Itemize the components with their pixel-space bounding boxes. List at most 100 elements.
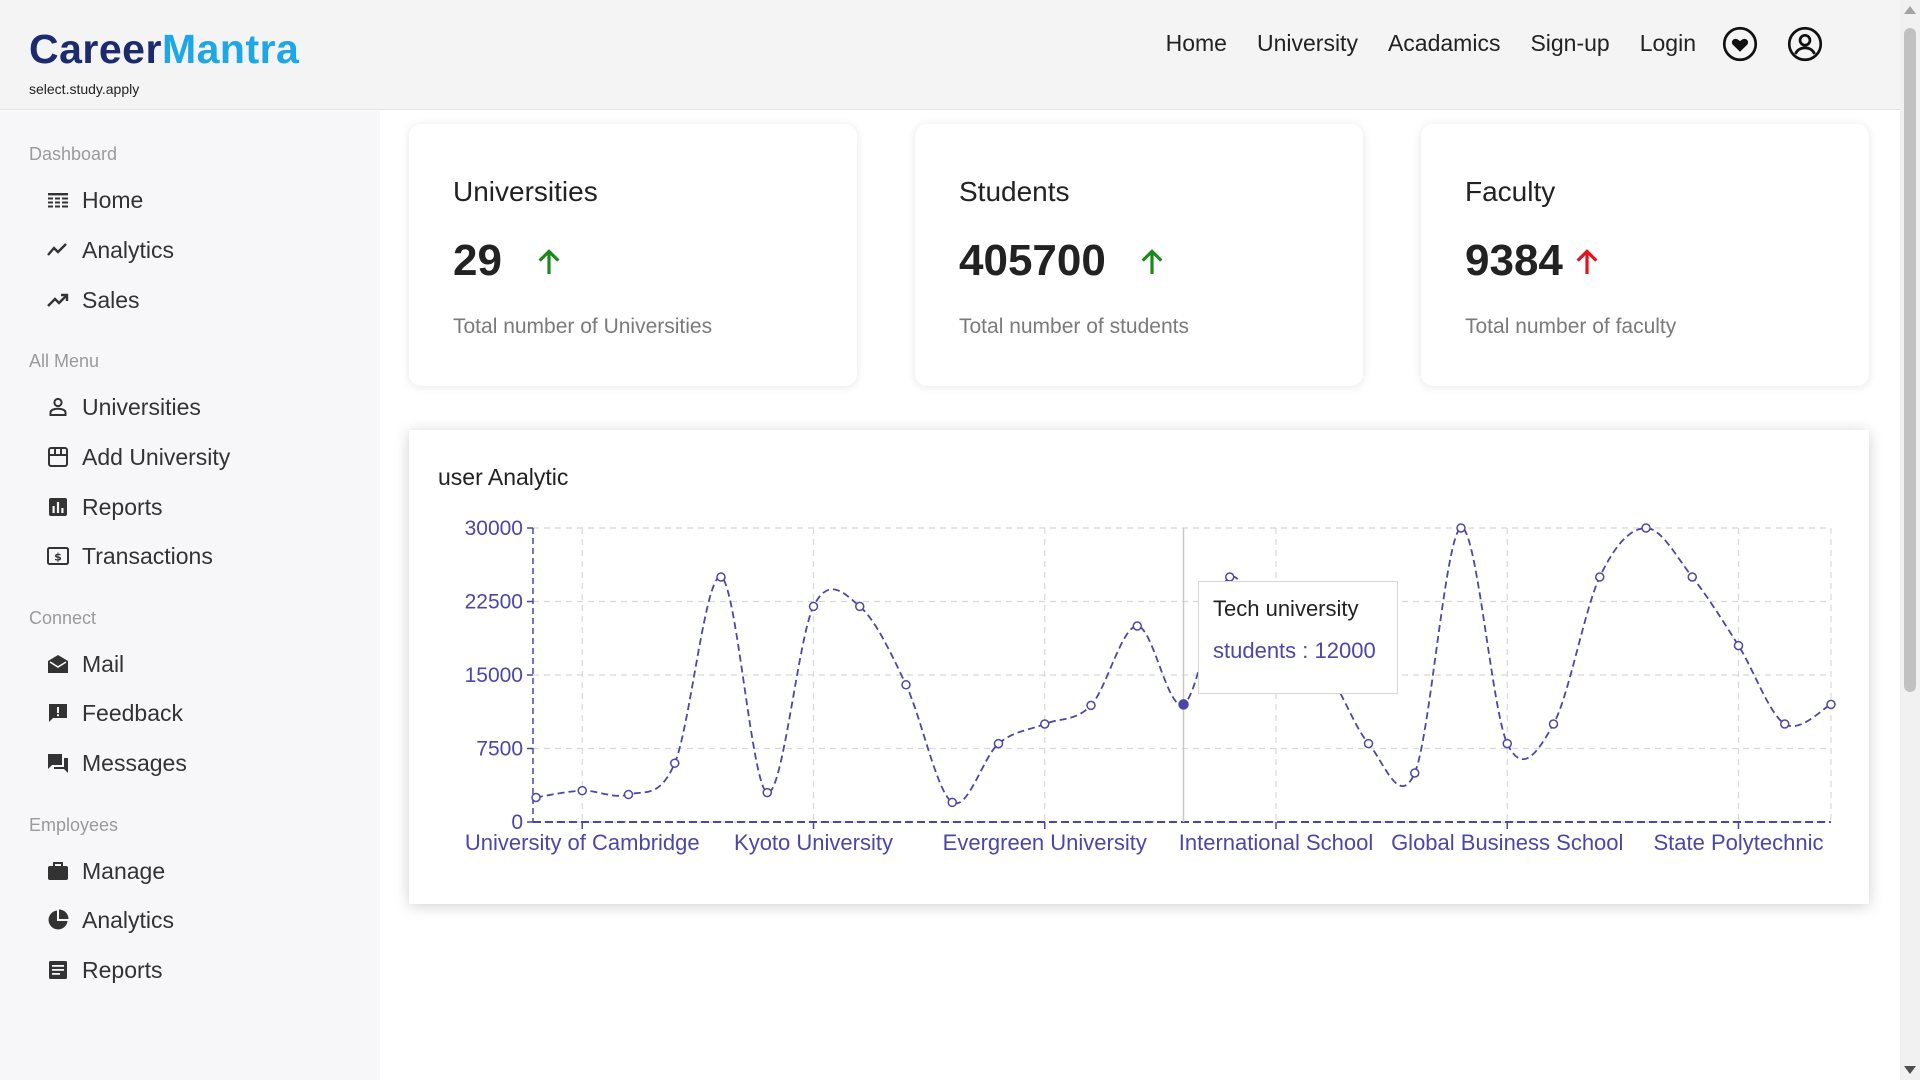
data-point	[623, 789, 634, 800]
chart-tooltip: Tech university students : 12000	[1198, 581, 1398, 694]
data-point	[1595, 572, 1605, 582]
nav-university-link[interactable]: University	[1257, 30, 1358, 57]
card-value: 9384	[1465, 236, 1563, 285]
card-title: Universities	[453, 176, 598, 207]
sidebar-section-employees: Employees	[29, 815, 119, 835]
arrow-up-icon	[1571, 246, 1603, 278]
data-point	[716, 572, 726, 582]
sidebar-item-label: Reports	[82, 956, 163, 983]
sidebar-item-label: Reports	[82, 493, 163, 520]
scroll-down-arrow-icon[interactable]	[1904, 1066, 1916, 1074]
data-point	[1410, 768, 1420, 778]
students-card: Students 405700 Total number of students	[915, 124, 1363, 386]
sidebar-item-transactions[interactable]: $ Transactions	[44, 537, 213, 575]
data-point	[993, 738, 1004, 749]
sidebar-item-label: Analytics	[82, 906, 175, 933]
data-point	[1502, 738, 1512, 749]
card-value: 29	[453, 236, 502, 285]
top-nav: Home University Acadamics Sign-up Login	[1166, 30, 1696, 57]
document-icon	[44, 956, 72, 984]
store-icon	[44, 443, 72, 471]
data-point	[1687, 572, 1697, 582]
data-point	[762, 787, 772, 798]
card-description: Total number of students	[959, 315, 1189, 338]
sidebar-item-mail[interactable]: Mail	[44, 645, 124, 683]
card-description: Total number of Universities	[453, 315, 713, 338]
sidebar-item-messages[interactable]: Messages	[44, 744, 187, 782]
sidebar-item-label: Manage	[82, 857, 166, 884]
trending-up-icon	[44, 286, 72, 314]
data-point	[1363, 738, 1374, 749]
nav-login-link[interactable]: Login	[1640, 30, 1696, 57]
sidebar-item-label: Analytics	[82, 236, 175, 263]
data-point	[1548, 719, 1559, 729]
nav-acadamics-link[interactable]: Acadamics	[1388, 30, 1500, 57]
data-point	[1641, 523, 1651, 533]
sidebar-item-reports[interactable]: Reports	[44, 488, 163, 526]
pie-chart-icon	[44, 906, 72, 934]
arrow-up-icon	[1136, 246, 1168, 278]
card-description: Total number of faculty	[1465, 315, 1677, 338]
dollar-icon: $	[44, 542, 72, 570]
x-tick-label: Global Business School	[1391, 830, 1623, 855]
card-title: Students	[959, 176, 1070, 207]
data-point	[947, 797, 957, 808]
feedback-icon	[44, 699, 72, 727]
x-tick-label: State Polytechnic	[1654, 830, 1824, 855]
sidebar-item-label: Universities	[82, 393, 201, 420]
x-tick-label: Kyoto University	[734, 830, 893, 855]
data-point	[670, 758, 680, 768]
scrollbar-thumb[interactable]	[1904, 28, 1916, 692]
mail-icon	[44, 650, 72, 678]
card-value: 405700	[959, 236, 1106, 285]
tooltip-title: Tech university	[1213, 596, 1359, 621]
active-data-point	[1178, 699, 1189, 710]
sidebar-item-label: Transactions	[82, 542, 213, 569]
chat-icon	[44, 749, 72, 777]
sidebar-section-connect: Connect	[29, 608, 97, 628]
data-point	[531, 792, 541, 803]
brand-tagline: select.study.apply	[29, 81, 140, 97]
sidebar-item-home[interactable]: Home	[44, 181, 143, 219]
sidebar-section-all-menu: All Menu	[29, 351, 100, 371]
y-tick-label: 15000	[465, 664, 523, 687]
page-scrollbar[interactable]	[1900, 0, 1920, 1080]
x-tick-label: Evergreen University	[943, 830, 1147, 855]
sidebar-item-employee-analytics[interactable]: Analytics	[44, 901, 174, 939]
sidebar-item-employee-reports[interactable]: Reports	[44, 951, 163, 989]
sidebar-item-label: Sales	[82, 286, 140, 313]
faculty-card: Faculty 9384 Total number of faculty	[1421, 124, 1869, 386]
y-tick-label: 30000	[465, 517, 523, 540]
data-point	[855, 601, 865, 612]
user-circle-icon[interactable]	[1787, 26, 1823, 62]
data-point	[1086, 700, 1096, 711]
sidebar-item-analytics[interactable]: Analytics	[44, 231, 174, 269]
sidebar-item-label: Add University	[82, 443, 231, 470]
data-point	[808, 601, 819, 612]
sidebar-item-label: Mail	[82, 650, 125, 677]
sidebar-item-universities[interactable]: Universities	[44, 388, 201, 426]
heart-circle-icon[interactable]	[1722, 26, 1758, 62]
brand-logo[interactable]: CareerMantra	[29, 26, 299, 73]
sidebar-section-dashboard: Dashboard	[29, 144, 118, 164]
sidebar-item-add-university[interactable]: Add University	[44, 438, 230, 476]
sidebar-item-label: Feedback	[82, 699, 184, 726]
sidebar-item-label: Messages	[82, 749, 187, 776]
line-chart-icon	[44, 236, 72, 264]
sidebar-item-feedback[interactable]: Feedback	[44, 694, 183, 732]
nav-home-link[interactable]: Home	[1166, 30, 1227, 57]
sidebar: Dashboard Home Analytics Sales All Menu …	[0, 111, 380, 1080]
user-analytic-chart[interactable]: 07500150002250030000University of Cambri…	[409, 430, 1869, 904]
sidebar-item-sales[interactable]: Sales	[44, 281, 140, 319]
data-point	[1040, 719, 1050, 729]
data-point	[1456, 523, 1466, 533]
x-tick-label: International School	[1179, 830, 1373, 855]
data-point	[1780, 719, 1790, 729]
data-point	[1826, 699, 1836, 710]
nav-signup-link[interactable]: Sign-up	[1530, 30, 1609, 57]
briefcase-icon	[44, 857, 72, 885]
table-icon	[44, 186, 72, 214]
sidebar-item-manage[interactable]: Manage	[44, 852, 165, 890]
sidebar-item-label: Home	[82, 186, 144, 213]
scroll-up-arrow-icon[interactable]	[1904, 6, 1916, 14]
